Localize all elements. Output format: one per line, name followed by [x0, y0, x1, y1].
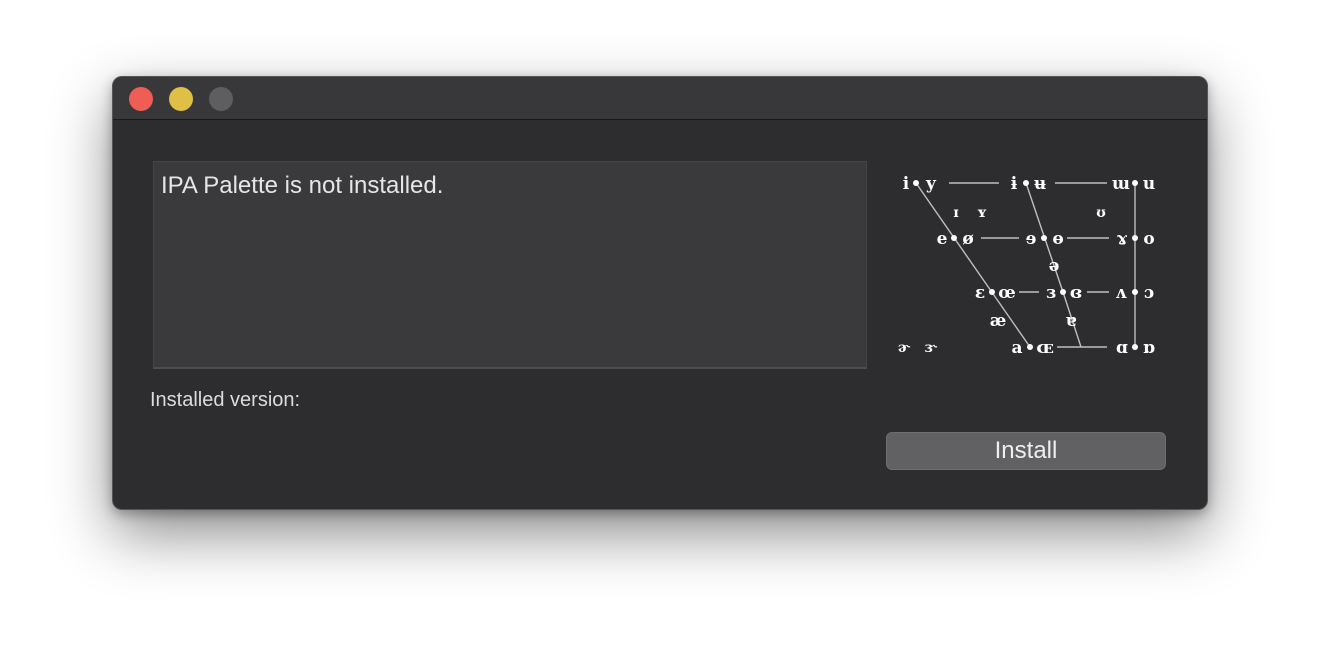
vowel-symbol: ɞ [1070, 283, 1082, 303]
vowel-symbol: ɚ [898, 340, 911, 356]
vowel-symbol: ʏ [977, 205, 987, 221]
vowel-symbol: ɜ [1046, 283, 1056, 303]
chart-dot [1132, 289, 1138, 295]
chart-dot [913, 180, 919, 186]
zoom-window-button[interactable] [209, 87, 233, 111]
installed-version-label: Installed version: [150, 389, 301, 411]
vowel-symbol: u [1143, 174, 1155, 194]
close-window-button[interactable] [129, 87, 153, 111]
minimize-window-button[interactable] [169, 87, 193, 111]
vowel-symbol: œ [998, 283, 1015, 303]
vowel-symbol: ø [962, 229, 973, 249]
installer-window: IPA Palette is not installed. Installed … [112, 76, 1208, 510]
vowel-symbol: a [1011, 338, 1022, 358]
vowel-symbol: æ [990, 311, 1007, 331]
vowel-symbol: ɘ [1026, 229, 1037, 249]
status-message-box: IPA Palette is not installed. [153, 161, 867, 369]
status-message: IPA Palette is not installed. [161, 172, 444, 199]
vowel-symbol: ɪ [953, 205, 958, 221]
chart-dot [989, 289, 995, 295]
vowel-symbol: y [925, 174, 937, 194]
chart-dot [1132, 344, 1138, 350]
vowel-symbol: ɤ [1117, 229, 1128, 249]
chart-dot [1023, 180, 1029, 186]
chart-dot [1132, 180, 1138, 186]
chart-dot [1041, 235, 1047, 241]
chart-dot [1027, 344, 1033, 350]
chart-line [915, 182, 1031, 348]
ipa-vowel-chart-logo: i y ɨ ʉ ɯ u ɪ ʏ ʊ e ø ɘ ɵ ɤ o ə ɛ œ ɜ ɞ … [898, 174, 1156, 358]
vowel-symbol: ɨ [1011, 174, 1018, 194]
vowel-symbol: ɑ [1116, 338, 1128, 358]
vowel-symbol: ɔ [1144, 283, 1154, 303]
vowel-symbol: ʉ [1034, 174, 1046, 194]
vowel-symbol: i [903, 174, 910, 194]
vowel-symbol: e [937, 229, 948, 249]
chart-dot [951, 235, 957, 241]
chart-dot [1132, 235, 1138, 241]
vowel-symbol: ɒ [1143, 338, 1155, 358]
vowel-symbol: o [1143, 229, 1154, 249]
vowel-symbol: ʊ [1096, 205, 1106, 221]
chart-dot [1060, 289, 1066, 295]
vowel-symbol: ɐ [1065, 311, 1076, 331]
vowel-symbol: ɯ [1112, 174, 1130, 194]
title-bar [113, 77, 1207, 120]
vowel-symbol: ə [1049, 256, 1060, 276]
vowel-symbol: ɵ [1052, 229, 1063, 249]
vowel-symbol: ɝ [925, 340, 938, 356]
vowel-symbol: ɛ [975, 283, 985, 303]
install-button[interactable]: Install [886, 432, 1166, 470]
vowel-symbol: ɶ [1036, 338, 1054, 358]
vowel-symbol: ʌ [1116, 283, 1128, 303]
